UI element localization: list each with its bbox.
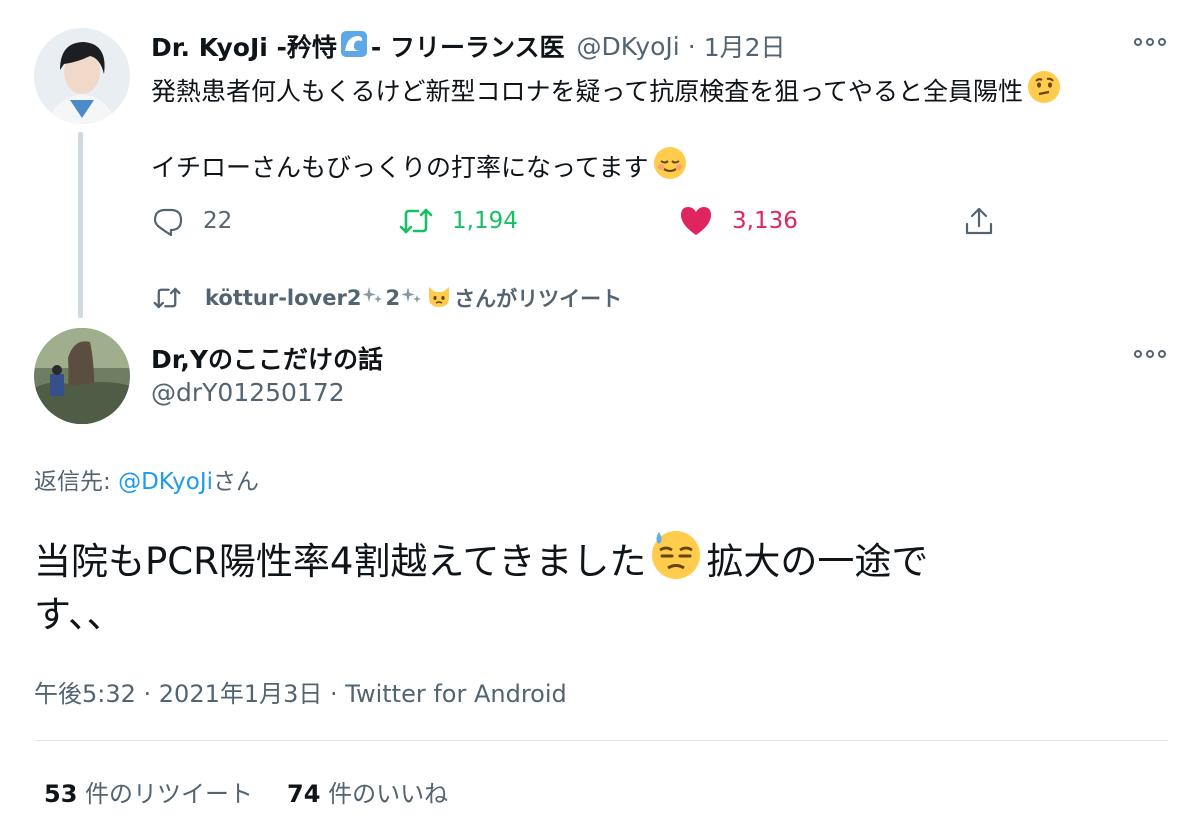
avatar-image [34, 28, 130, 124]
tweet-stats: 53 件のリツイート 74 件のいいね [44, 774, 448, 809]
retweet-count: 1,194 [452, 208, 518, 234]
reply-to-suffix: さん [213, 469, 260, 495]
retweet-notice: köttur-lover2 2 さんがリツイート [151, 282, 622, 314]
parent-date[interactable]: 1月2日 [704, 28, 786, 64]
thinking-face-emoji [1027, 70, 1061, 114]
retweet-icon [153, 287, 181, 309]
parent-text-line1: 発熱患者何人もくるけど新型コロナを疑って抗原検査を狙ってやると全員陽性 [151, 77, 1024, 106]
tweet-timestamp[interactable]: 午後5:32 · 2021年1月3日 · Twitter for Android [34, 674, 567, 709]
main-display-name[interactable]: Dr,Yのここだけの話 [151, 340, 383, 376]
retweet-stat[interactable]: 53 件のリツイート [44, 774, 253, 809]
wave-emoji [340, 31, 367, 61]
sweat-face-emoji [650, 528, 702, 595]
avatar-dkyoji[interactable] [34, 28, 130, 124]
divider [34, 740, 1168, 741]
retweeter-name[interactable]: köttur-lover2 [205, 286, 361, 310]
more-icon[interactable] [1134, 350, 1166, 358]
like-stat-label: 件のいいね [320, 780, 449, 808]
main-handle[interactable]: @drY01250172 [151, 378, 345, 407]
retweeter-name-mid: 2 [385, 286, 401, 310]
parent-tweet-line2: イチローさんもびっくりの打率になってます [151, 146, 687, 190]
share-icon[interactable] [962, 204, 996, 242]
relieved-face-emoji [653, 146, 687, 190]
retweet-icon [399, 208, 433, 234]
parent-text-line2: イチローさんもびっくりの打率になってます [151, 153, 649, 182]
retweet-stat-count: 53 [44, 780, 78, 808]
cat-emoji [426, 283, 452, 314]
reply-action[interactable]: 22 [151, 204, 232, 238]
sparkle-emoji [362, 285, 383, 312]
thread-connector-line [78, 132, 83, 318]
like-action[interactable]: 3,136 [678, 204, 798, 238]
parent-tweet-header: Dr. KyoJi -矜恃 - フリーランス医 @DKyoJi · 1月2日 [151, 28, 786, 64]
main-text-part-a: 当院もPCR陽性率4割越えてきました [34, 539, 647, 583]
like-count: 3,136 [732, 208, 798, 234]
reply-count: 22 [203, 208, 233, 234]
parent-handle[interactable]: @DKyoJi [577, 32, 680, 61]
retweet-stat-label: 件のリツイート [77, 780, 254, 808]
retweet-action[interactable]: 1,194 [398, 204, 518, 238]
like-stat-count: 74 [287, 780, 321, 808]
heart-icon [681, 207, 711, 235]
parent-tweet-line1: 発熱患者何人もくるけど新型コロナを疑って抗原検査を狙ってやると全員陽性 [151, 70, 1061, 114]
reply-to-label: 返信先: [34, 469, 119, 495]
like-stat[interactable]: 74 件のいいね [287, 774, 448, 809]
avatar-image [34, 328, 130, 424]
reply-to-line: 返信先: @DKyoJiさん [34, 462, 259, 496]
main-tweet-line2: す、、 [34, 593, 124, 636]
sparkle-emoji [401, 285, 422, 312]
parent-display-name-suffix: - フリーランス医 [370, 33, 565, 62]
reply-icon [153, 208, 183, 237]
header-separator: · [687, 31, 696, 61]
avatar-dry[interactable] [34, 328, 130, 424]
reply-to-handle[interactable]: @DKyoJi [118, 469, 213, 495]
parent-display-name[interactable]: Dr. KyoJi -矜恃 [151, 28, 337, 64]
main-tweet-line1: 当院もPCR陽性率4割越えてきました 拡大の一途で [34, 528, 928, 595]
main-text-part-b: 拡大の一途で [706, 539, 929, 583]
more-icon[interactable] [1134, 38, 1166, 46]
retweet-notice-suffix: さんがリツイート [454, 287, 623, 311]
